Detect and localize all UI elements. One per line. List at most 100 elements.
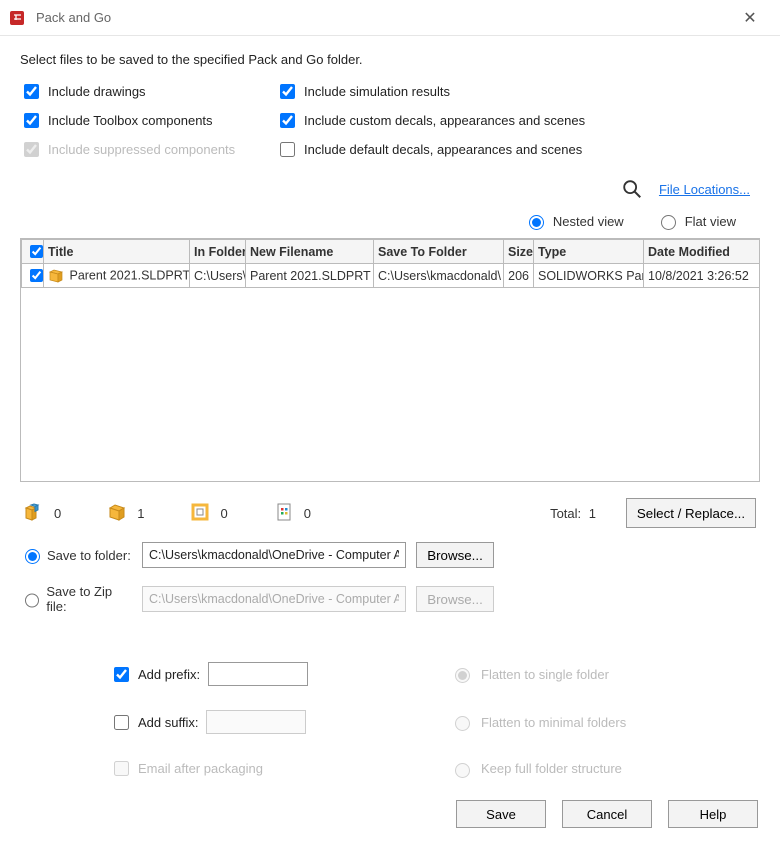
checkbox-include-default-decals-input[interactable] — [280, 142, 295, 157]
checkbox-include-suppressed-label: Include suppressed components — [48, 142, 235, 157]
radio-keep-full: Keep full folder structure — [450, 758, 760, 779]
checkbox-add-prefix-input[interactable] — [114, 667, 129, 682]
radio-save-to-zip[interactable]: Save to Zip file: — [20, 584, 132, 614]
other-icon — [274, 502, 294, 525]
header-title[interactable]: Title — [44, 240, 190, 264]
header-date-modified[interactable]: Date Modified — [644, 240, 761, 264]
add-prefix-input[interactable] — [208, 662, 308, 686]
checkbox-include-suppressed: Include suppressed components — [20, 139, 270, 160]
summary-other-count: 0 — [304, 506, 311, 521]
save-to-zip-row: Save to Zip file: Browse... — [20, 584, 760, 614]
summary-row: 0 1 0 0 Total: 1 — [20, 498, 760, 528]
checkbox-add-suffix-label: Add suffix: — [138, 715, 198, 730]
footer-buttons: Save Cancel Help — [456, 800, 758, 828]
row-save-to[interactable]: C:\Users\kmacdonald\ — [374, 264, 504, 288]
row-title[interactable]: Parent 2021.SLDPRT — [44, 264, 190, 288]
checkbox-add-prefix-label: Add prefix: — [138, 667, 200, 682]
radio-flat-view-label: Flat view — [685, 214, 736, 229]
browse-folder-button[interactable]: Browse... — [416, 542, 494, 568]
checkbox-include-drawings-label: Include drawings — [48, 84, 146, 99]
row-checkbox[interactable] — [22, 264, 44, 288]
checkbox-email-after: Email after packaging — [110, 758, 440, 779]
radio-flat-view-input[interactable] — [661, 215, 676, 230]
radio-save-to-zip-input[interactable] — [25, 593, 39, 608]
radio-flat-view[interactable]: Flat view — [656, 212, 736, 230]
checkbox-include-toolbox-input[interactable] — [24, 113, 39, 128]
checkbox-email-after-label: Email after packaging — [138, 761, 263, 776]
part-icon — [48, 268, 64, 284]
checkbox-include-custom-decals-input[interactable] — [280, 113, 295, 128]
checkbox-include-default-decals[interactable]: Include default decals, appearances and … — [276, 139, 760, 160]
radio-flatten-minimal-input — [455, 716, 470, 731]
checkbox-add-suffix-input[interactable] — [114, 715, 129, 730]
radio-nested-view-label: Nested view — [553, 214, 624, 229]
checkbox-include-default-decals-label: Include default decals, appearances and … — [304, 142, 582, 157]
window-title: Pack and Go — [36, 10, 111, 25]
checkbox-include-toolbox[interactable]: Include Toolbox components — [20, 110, 270, 131]
row-date-modified: 10/8/2021 3:26:52 — [644, 264, 761, 288]
summary-drawing: 0 — [190, 502, 227, 525]
select-replace-button[interactable]: Select / Replace... — [626, 498, 756, 528]
checkbox-add-suffix[interactable]: Add suffix: — [110, 712, 198, 733]
checkbox-add-prefix[interactable]: Add prefix: — [110, 664, 200, 685]
save-to-folder-input[interactable] — [142, 542, 406, 568]
app-icon — [10, 9, 28, 27]
save-to-zip-input — [142, 586, 406, 612]
header-checkbox[interactable] — [22, 240, 44, 264]
radio-nested-view-input[interactable] — [529, 215, 544, 230]
summary-part-count: 1 — [137, 506, 144, 521]
summary-assembly-count: 0 — [54, 506, 61, 521]
radio-flatten-single-input — [455, 668, 470, 683]
browse-zip-button: Browse... — [416, 586, 494, 612]
instruction-text: Select files to be saved to the specifie… — [20, 52, 760, 67]
checkbox-include-simulation-label: Include simulation results — [304, 84, 450, 99]
row-type: SOLIDWORKS Part — [534, 264, 644, 288]
file-locations-link[interactable]: File Locations... — [659, 182, 750, 197]
row-new-filename[interactable]: Parent 2021.SLDPRT — [246, 264, 374, 288]
summary-drawing-count: 0 — [220, 506, 227, 521]
checkbox-include-simulation-input[interactable] — [280, 84, 295, 99]
help-button[interactable]: Help — [668, 800, 758, 828]
radio-save-to-folder[interactable]: Save to folder: — [20, 546, 132, 564]
row-title-text: Parent 2021.SLDPRT — [69, 268, 189, 282]
close-icon[interactable]: ✕ — [730, 8, 770, 28]
checkbox-include-drawings[interactable]: Include drawings — [20, 81, 270, 102]
save-button[interactable]: Save — [456, 800, 546, 828]
radio-save-to-folder-input[interactable] — [25, 549, 40, 564]
file-table: Title In Folder New Filename Save To Fol… — [20, 238, 760, 482]
radio-flatten-minimal-label: Flatten to minimal folders — [481, 715, 626, 730]
radio-flatten-single: Flatten to single folder — [450, 662, 760, 686]
radio-nested-view[interactable]: Nested view — [524, 212, 624, 230]
search-icon[interactable] — [621, 178, 643, 200]
options-grid: Include drawings Include simulation resu… — [20, 81, 760, 160]
radio-save-to-folder-label: Save to folder: — [47, 548, 131, 563]
summary-assembly: 0 — [24, 502, 61, 525]
checkbox-include-custom-decals[interactable]: Include custom decals, appearances and s… — [276, 110, 760, 131]
assembly-icon — [24, 502, 44, 525]
part-icon-summary — [107, 502, 127, 525]
table-row[interactable]: Parent 2021.SLDPRT C:\Users\ Parent 2021… — [22, 264, 761, 288]
save-to-folder-row: Save to folder: Browse... — [20, 542, 760, 568]
header-new-filename[interactable]: New Filename — [246, 240, 374, 264]
checkbox-include-simulation[interactable]: Include simulation results — [276, 81, 760, 102]
checkbox-include-suppressed-input — [24, 142, 39, 157]
header-in-folder[interactable]: In Folder — [190, 240, 246, 264]
radio-keep-full-input — [455, 763, 470, 778]
checkbox-include-drawings-input[interactable] — [24, 84, 39, 99]
checkbox-include-toolbox-label: Include Toolbox components — [48, 113, 213, 128]
header-type[interactable]: Type — [534, 240, 644, 264]
row-in-folder: C:\Users\ — [190, 264, 246, 288]
radio-flatten-minimal: Flatten to minimal folders — [450, 710, 760, 734]
summary-other: 0 — [274, 502, 311, 525]
header-save-to[interactable]: Save To Folder — [374, 240, 504, 264]
summary-total-label: Total: — [550, 506, 581, 521]
drawing-icon — [190, 502, 210, 525]
summary-part: 1 — [107, 502, 144, 525]
cancel-button[interactable]: Cancel — [562, 800, 652, 828]
checkbox-include-custom-decals-label: Include custom decals, appearances and s… — [304, 113, 585, 128]
checkbox-email-after-input — [114, 761, 129, 776]
header-size[interactable]: Size — [504, 240, 534, 264]
radio-flatten-single-label: Flatten to single folder — [481, 667, 609, 682]
radio-keep-full-label: Keep full folder structure — [481, 761, 622, 776]
add-suffix-row: Add suffix: — [110, 710, 440, 734]
